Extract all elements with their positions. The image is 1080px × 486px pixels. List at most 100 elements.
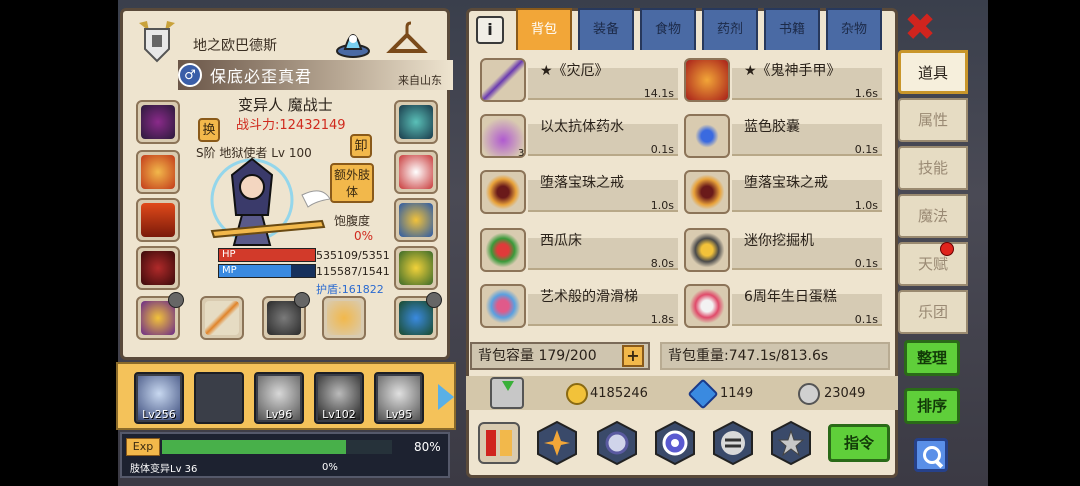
party-member-1[interactable]: Lv256 [134, 372, 184, 424]
equip-slot-armor[interactable] [136, 198, 180, 242]
slide-icon [480, 284, 526, 328]
drop-bag-icon[interactable] [490, 377, 524, 409]
equip-slot-boots[interactable] [394, 246, 438, 290]
item-name: 6周年生日蛋糕 [744, 289, 837, 305]
equip-slot-ring[interactable] [136, 292, 184, 340]
equip-slot-accessory[interactable] [394, 292, 442, 340]
item-weight: 0.1s [650, 143, 674, 156]
equip-slot-gloves[interactable] [136, 246, 180, 290]
party-member-2[interactable] [194, 372, 244, 424]
notification-dot [940, 242, 954, 256]
cake-icon [684, 284, 730, 328]
search-icon[interactable] [914, 438, 948, 472]
item-weight: 1.0s [650, 199, 674, 212]
item-name: 蓝色胶囊 [744, 119, 800, 135]
item-weight: 0.1s [854, 313, 878, 326]
character-origin: 来自山东 [398, 74, 442, 87]
star-icon[interactable] [768, 420, 814, 466]
side-tab-attributes[interactable]: 属性 [898, 98, 968, 142]
letterbox-right [988, 0, 1080, 486]
item-name: 迷你挖掘机 [744, 233, 814, 249]
equip-slot-bow[interactable] [322, 296, 366, 340]
info-button[interactable]: i [476, 16, 504, 44]
unequip-button[interactable]: 卸 [350, 134, 372, 158]
inventory-item[interactable]: 堕落宝珠之戒 1.0s [480, 170, 678, 214]
side-tab-talent[interactable]: 天赋 [898, 242, 968, 286]
side-tab-skills[interactable]: 技能 [898, 146, 968, 190]
inventory-item[interactable]: 蓝色胶囊 0.1s [684, 114, 882, 158]
mp-label: MP [222, 265, 237, 276]
claw-glove-icon [684, 58, 730, 102]
ring-icon [480, 170, 526, 214]
hp-label: HP [222, 249, 236, 260]
side-tab-items[interactable]: 道具 [898, 50, 968, 94]
side-tab-band[interactable]: 乐团 [898, 290, 968, 334]
swap-arrows-icon[interactable] [710, 420, 756, 466]
expand-capacity-button[interactable]: + [622, 345, 644, 367]
item-name: 以太抗体药水 [540, 119, 624, 135]
letterbox-left [0, 0, 118, 486]
equip-slot-shield[interactable] [394, 100, 438, 144]
equip-slot-amulet[interactable] [136, 150, 180, 194]
swap-button[interactable]: 换 [198, 118, 220, 142]
ring-icon [684, 170, 730, 214]
gear-hex-icon[interactable] [594, 420, 640, 466]
party-member-5[interactable]: Lv95 [374, 372, 424, 424]
equip-slot-anchor[interactable] [394, 198, 438, 242]
hanger-icon[interactable] [385, 17, 429, 61]
tab-books[interactable]: 书籍 [764, 8, 820, 50]
lock-icon [168, 292, 184, 308]
character-name: 地之欧巴德斯 [193, 38, 277, 54]
inventory-item[interactable]: 堕落宝珠之戒 1.0s [684, 170, 882, 214]
command-button[interactable]: 指令 [828, 424, 890, 462]
inventory-item[interactable]: 迷你挖掘机 0.1s [684, 228, 882, 272]
tab-equipment[interactable]: 装备 [578, 8, 634, 50]
party-member-4[interactable]: Lv102 [314, 372, 364, 424]
satiety-label: 饱腹度 [334, 214, 371, 228]
item-count: 3 [518, 148, 525, 159]
exp-bar [162, 440, 392, 454]
extra-limb-button[interactable]: 额外肢体 [330, 163, 374, 203]
inventory-item[interactable]: 艺术般的滑滑梯 1.8s [480, 284, 678, 328]
gold-coin-icon [566, 383, 588, 405]
diamond-amount: 1149 [720, 386, 754, 401]
close-icon[interactable]: ✖ [903, 8, 937, 46]
exp-fill [162, 440, 346, 454]
tab-bag[interactable]: 背包 [516, 8, 572, 50]
organize-button[interactable]: 整理 [904, 340, 960, 376]
exp-label: Exp [126, 438, 160, 456]
portal-icon[interactable] [331, 17, 375, 61]
sort-button[interactable]: 排序 [904, 388, 960, 424]
party-member-level: Lv102 [322, 408, 356, 421]
item-weight: 1.0s [854, 199, 878, 212]
number-sort-icon[interactable] [476, 420, 522, 466]
side-tab-magic[interactable]: 魔法 [898, 194, 968, 238]
mp-value: 115587/1541 [316, 265, 390, 278]
equip-slot-head[interactable] [136, 100, 180, 144]
item-weight: 14.1s [643, 87, 674, 100]
inventory-item[interactable]: 6周年生日蛋糕 0.1s [684, 284, 882, 328]
party-next-arrow-icon[interactable] [438, 384, 454, 410]
tab-misc[interactable]: 杂物 [826, 8, 882, 50]
capsule-icon [684, 114, 730, 158]
shuriken-icon[interactable] [534, 420, 580, 466]
tab-food[interactable]: 食物 [640, 8, 696, 50]
lock-icon [294, 292, 310, 308]
inventory-item[interactable]: 以太抗体药水 0.1s 3 [480, 114, 678, 159]
party-member-3[interactable]: Lv96 [254, 372, 304, 424]
inventory-item[interactable]: ★《鬼神手甲》 1.6s [684, 58, 882, 102]
inventory-item[interactable]: 西瓜床 8.0s [480, 228, 678, 272]
character-title: 保底必歪真君 [210, 67, 313, 86]
inventory-item[interactable]: ★《灾厄》 14.1s [480, 58, 678, 102]
satiety-value: 0% [354, 229, 374, 243]
item-weight: 1.8s [650, 313, 674, 326]
lock-icon [426, 292, 442, 308]
tab-potions[interactable]: 药剂 [702, 8, 758, 50]
target-icon[interactable] [652, 420, 698, 466]
item-weight: 8.0s [650, 257, 674, 270]
evolution-level: 肢体变异Lv 36 [130, 464, 198, 475]
equip-slot-hand[interactable] [394, 150, 438, 194]
excavator-icon [684, 228, 730, 272]
equip-slot-weapon-2[interactable] [262, 292, 310, 340]
equip-slot-weapon-1[interactable] [200, 296, 244, 340]
